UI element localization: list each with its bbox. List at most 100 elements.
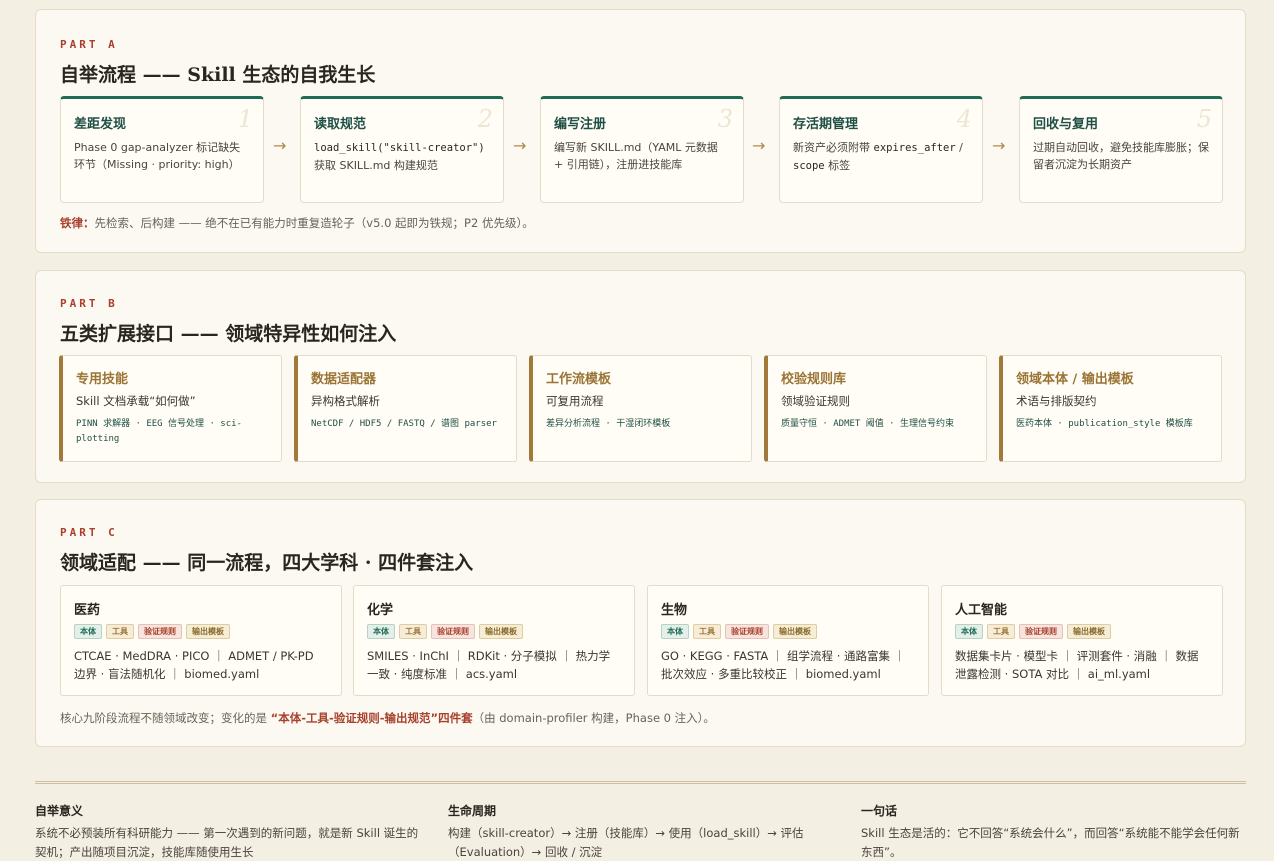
tag-output-template: 输出模板 <box>1067 624 1111 639</box>
step-title: 读取规范 <box>314 117 367 132</box>
code-snippet: scope <box>793 160 825 172</box>
interface-title: 领域本体 / 输出模板 <box>1016 372 1134 387</box>
interface-examples: PINN 求解器 · EEG 信号处理 · sci-plotting <box>76 419 242 444</box>
domain-card-chemistry: 化学 本体 工具 验证规则 输出模板 SMILES · InChI ｜ RDKi… <box>353 585 635 696</box>
interface-title: 数据适配器 <box>311 372 377 387</box>
part-b-title: 五类扩展接口 —— 领域特异性如何注入 <box>60 323 397 345</box>
step-number: 3 <box>717 105 733 133</box>
interface-subtitle: 术语与排版契约 <box>1016 394 1097 408</box>
domain-description: GO · KEGG · FASTA ｜ 组学流程 · 通路富集 ｜ 批次效应 ·… <box>661 649 906 681</box>
step-description-text: 获取 SKILL.md 构建规范 <box>314 159 438 172</box>
domain-card-biology: 生物 本体 工具 验证规则 输出模板 GO · KEGG · FASTA ｜ 组… <box>647 585 929 696</box>
tag-tools: 工具 <box>693 624 721 639</box>
interface-title: 专用技能 <box>76 372 129 387</box>
interface-examples: NetCDF / HDF5 / FASTQ / 谱图 parser <box>311 419 497 429</box>
arrow-icon: → <box>513 136 527 155</box>
step-description: Phase 0 gap-analyzer 标记缺失环节（Missing · pr… <box>74 141 241 171</box>
domain-title: 人工智能 <box>955 603 1008 618</box>
step-number: 5 <box>1196 105 1212 133</box>
tag-list: 本体 工具 验证规则 输出模板 <box>955 624 1209 639</box>
tag-tools: 工具 <box>399 624 427 639</box>
footer-bootstrap-meaning: 自举意义 系统不必预装所有科研能力 —— 第一次遇到的新问题，就是新 Skill… <box>35 802 425 861</box>
part-a-label: PART A <box>60 38 118 51</box>
interface-examples: 差异分析流程 · 干湿闭环模板 <box>546 419 671 429</box>
tag-ontology: 本体 <box>661 624 689 639</box>
interface-subtitle: Skill 文档承载“如何做” <box>76 394 196 408</box>
tag-tools: 工具 <box>987 624 1015 639</box>
tag-ontology: 本体 <box>367 624 395 639</box>
code-snippet: load_skill("skill-creator") <box>314 142 485 154</box>
footer-title: 自举意义 <box>35 804 84 818</box>
interface-card-validation-rules: 校验规则库 领域验证规则 质量守恒 · ADMET 阈值 · 生理信号约束 <box>764 355 987 462</box>
step-description-text: 标签 <box>824 159 851 172</box>
arrow-icon: → <box>273 136 287 155</box>
interface-subtitle: 异构格式解析 <box>311 394 380 408</box>
footer-text: 系统不必预装所有科研能力 —— 第一次遇到的新问题，就是新 Skill 诞生的契… <box>35 826 419 859</box>
footer-text: 构建（skill-creator）→ 注册（技能库）→ 使用（load_skil… <box>448 826 804 859</box>
tag-validation-rules: 验证规则 <box>725 624 769 639</box>
step-title: 回收与复用 <box>1033 117 1099 132</box>
step-description: 过期自动回收，避免技能库膨胀；保留者沉淀为长期资产 <box>1033 141 1209 171</box>
domain-card-medicine: 医药 本体 工具 验证规则 输出模板 CTCAE · MedDRA · PICO… <box>60 585 342 696</box>
interface-examples: 医药本体 · publication_style 模板库 <box>1016 419 1193 429</box>
note-emphasis: “本体-工具-验证规则-输出规范”四件套 <box>270 711 473 725</box>
step-card-recycle-reuse: 5 回收与复用 过期自动回收，避免技能库膨胀；保留者沉淀为长期资产 <box>1019 96 1223 203</box>
domain-description: 数据集卡片 · 模型卡 ｜ 评测套件 · 消融 ｜ 数据泄露检测 · SOTA … <box>955 649 1199 681</box>
part-c-section: PART C 领域适配 —— 同一流程，四大学科 · 四件套注入 医药 本体 工… <box>35 499 1246 747</box>
step-number: 4 <box>956 105 972 133</box>
code-snippet: expires_after <box>873 142 956 154</box>
step-card-write-register: 3 编写注册 编写新 SKILL.md（YAML 元数据 + 引用链），注册进技… <box>540 96 744 203</box>
part-a-section: PART A 自举流程 —— Skill 生态的自我生长 1 差距发现 Phas… <box>35 9 1246 253</box>
step-card-gap-discovery: 1 差距发现 Phase 0 gap-analyzer 标记缺失环节（Missi… <box>60 96 264 203</box>
tag-list: 本体 工具 验证规则 输出模板 <box>661 624 915 639</box>
interface-card-workflow-templates: 工作流模板 可复用流程 差异分析流程 · 干湿闭环模板 <box>529 355 752 462</box>
domain-title: 化学 <box>367 603 394 618</box>
step-number: 1 <box>237 105 253 133</box>
arrow-icon: → <box>992 136 1006 155</box>
footer-lifecycle: 生命周期 构建（skill-creator）→ 注册（技能库）→ 使用（load… <box>448 802 838 861</box>
step-number: 2 <box>477 105 493 133</box>
iron-rule-text: 先检索、后构建 —— 绝不在已有能力时重复造轮子（v5.0 起即为铁规；P2 优… <box>94 216 534 230</box>
domain-title: 医药 <box>74 603 101 618</box>
tag-output-template: 输出模板 <box>186 624 230 639</box>
tag-validation-rules: 验证规则 <box>138 624 182 639</box>
step-description: load_skill("skill-creator") 获取 SKILL.md … <box>314 139 490 174</box>
tag-validation-rules: 验证规则 <box>431 624 475 639</box>
domain-card-ai: 人工智能 本体 工具 验证规则 输出模板 数据集卡片 · 模型卡 ｜ 评测套件 … <box>941 585 1223 696</box>
interface-subtitle: 领域验证规则 <box>781 394 850 408</box>
footer-title: 生命周期 <box>448 804 497 818</box>
step-title: 差距发现 <box>74 117 127 132</box>
interface-card-ontology-output: 领域本体 / 输出模板 术语与排版契约 医药本体 · publication_s… <box>999 355 1222 462</box>
step-title: 存活期管理 <box>793 117 859 132</box>
interface-title: 工作流模板 <box>546 372 612 387</box>
tag-list: 本体 工具 验证规则 输出模板 <box>367 624 621 639</box>
domain-description: CTCAE · MedDRA · PICO ｜ ADMET / PK-PD 边界… <box>74 649 314 681</box>
step-card-lifetime-management: 4 存活期管理 新资产必须附带 expires_after / scope 标签 <box>779 96 983 203</box>
part-c-label: PART C <box>60 526 118 539</box>
tag-ontology: 本体 <box>955 624 983 639</box>
domain-description: SMILES · InChI ｜ RDKit · 分子模拟 ｜ 热力学一致 · … <box>367 649 611 681</box>
interface-subtitle: 可复用流程 <box>546 394 604 408</box>
domain-note: 核心九阶段流程不随领域改变；变化的是 “本体-工具-验证规则-输出规范”四件套（… <box>60 710 715 726</box>
iron-rule: 铁律：先检索、后构建 —— 绝不在已有能力时重复造轮子（v5.0 起即为铁规；P… <box>60 215 534 231</box>
iron-rule-label: 铁律： <box>60 216 95 230</box>
footer-title: 一句话 <box>861 804 898 818</box>
part-c-title: 领域适配 —— 同一流程，四大学科 · 四件套注入 <box>60 552 474 574</box>
footer-text: Skill 生态是活的：它不回答“系统会什么”，而回答“系统能不能学会任何新东西… <box>861 826 1240 859</box>
step-description: 编写新 SKILL.md（YAML 元数据 + 引用链），注册进技能库 <box>554 141 718 171</box>
interface-card-data-adapters: 数据适配器 异构格式解析 NetCDF / HDF5 / FASTQ / 谱图 … <box>294 355 517 462</box>
tag-list: 本体 工具 验证规则 输出模板 <box>74 624 328 639</box>
part-a-title: 自举流程 —— Skill 生态的自我生长 <box>60 64 376 86</box>
step-description-text: 新资产必须附带 <box>793 141 874 154</box>
tag-output-template: 输出模板 <box>479 624 523 639</box>
part-b-section: PART B 五类扩展接口 —— 领域特异性如何注入 专用技能 Skill 文档… <box>35 270 1246 483</box>
footer-one-liner: 一句话 Skill 生态是活的：它不回答“系统会什么”，而回答“系统能不能学会任… <box>861 802 1251 861</box>
note-text: （由 domain-profiler 构建，Phase 0 注入）。 <box>472 711 715 725</box>
step-title: 编写注册 <box>554 117 607 132</box>
tag-ontology: 本体 <box>74 624 102 639</box>
tag-output-template: 输出模板 <box>773 624 817 639</box>
footer-divider <box>35 781 1246 784</box>
domain-title: 生物 <box>661 603 688 618</box>
step-description: 新资产必须附带 expires_after / scope 标签 <box>793 139 969 175</box>
interface-title: 校验规则库 <box>781 372 847 387</box>
